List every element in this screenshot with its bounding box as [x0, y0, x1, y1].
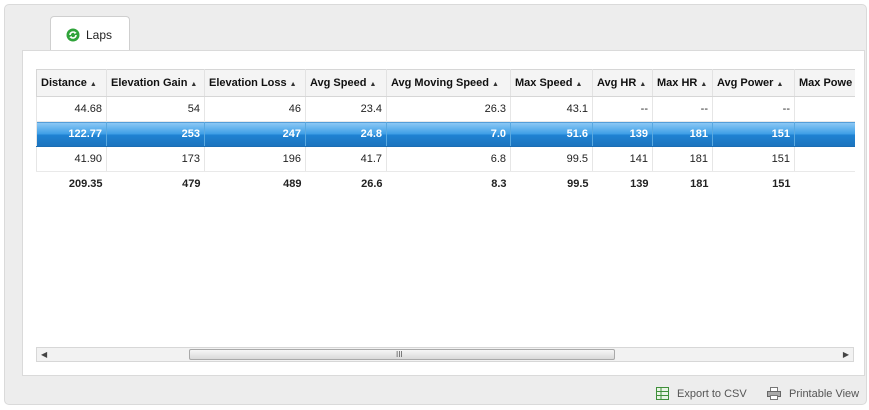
total-elevation-loss: 489 [283, 178, 302, 190]
cell-avg-moving-speed: 26.3 [386, 96, 511, 122]
printable-view-label: Printable View [789, 387, 860, 400]
table-row[interactable]: 44.68 54 46 23.4 26.3 43.1 -- -- -- [36, 96, 855, 122]
cell-max-hr: 181 [652, 121, 713, 147]
cell-avg-speed: 41.7 [305, 146, 387, 172]
sort-icon: ▲︎ [190, 81, 198, 88]
cell-max-hr: 181 [652, 146, 713, 172]
cell-elevation-gain: 54 [106, 96, 205, 122]
cell-avg-power: 151 [712, 146, 795, 172]
laps-table: Distance ▲︎ Elevation Gain ▲︎ Elevation Lo… [36, 69, 855, 196]
cell-avg-power: 151 [712, 121, 795, 147]
total-avg-hr: 139 [630, 178, 649, 190]
column-header-avg-hr[interactable]: Avg HR ▲︎ [592, 69, 653, 97]
cell-elevation-gain: 253 [106, 121, 205, 147]
table-row-selected[interactable]: 122.77 253 247 24.8 7.0 51.6 139 181 151 [36, 121, 855, 147]
column-header-avg-speed[interactable]: Avg Speed ▲︎ [305, 69, 387, 97]
cell-avg-hr: -- [592, 96, 653, 122]
table-row[interactable]: 41.90 173 196 41.7 6.8 99.5 141 181 151 [36, 146, 855, 172]
sort-icon: ▲︎ [89, 81, 97, 88]
total-max-power [795, 172, 856, 197]
column-header-max-power[interactable]: Max Powe [794, 69, 855, 97]
cell-avg-moving-speed: 6.8 [386, 146, 511, 172]
cell-distance: 122.77 [36, 121, 107, 147]
cell-avg-power: -- [712, 96, 795, 122]
scrollbar-thumb[interactable]: III [189, 349, 615, 360]
cell-max-speed: 51.6 [510, 121, 593, 147]
total-max-speed: 99.5 [567, 178, 589, 190]
cell-elevation-loss: 46 [204, 96, 306, 122]
cell-avg-hr: 139 [592, 121, 653, 147]
total-max-hr: 181 [690, 178, 709, 190]
cell-max-power [794, 96, 855, 122]
cell-avg-hr: 141 [592, 146, 653, 172]
cell-max-speed: 99.5 [510, 146, 593, 172]
sort-icon: ▲︎ [639, 81, 647, 88]
column-header-max-speed[interactable]: Max Speed ▲︎ [510, 69, 593, 97]
cell-max-power [794, 146, 855, 172]
cell-elevation-gain: 173 [106, 146, 205, 172]
sort-icon: ▲︎ [492, 81, 499, 88]
laps-grid: Distance ▲︎ Elevation Gain ▲︎ Elevation Lo… [36, 69, 855, 346]
total-elevation-gain: 479 [182, 178, 201, 190]
export-csv-link[interactable]: Export to CSV [656, 387, 747, 400]
tab-laps-label: Laps [86, 28, 113, 42]
horizontal-scrollbar[interactable]: ◀︎ III ▶︎ [36, 347, 854, 362]
column-header-elevation-loss[interactable]: Elevation Loss ▲︎ [204, 69, 306, 97]
cell-max-power [794, 121, 855, 147]
column-header-elevation-gain[interactable]: Elevation Gain ▲︎ [106, 69, 205, 97]
total-distance: 209.35 [68, 178, 103, 190]
column-header-avg-power[interactable]: Avg Power ▲︎ [712, 69, 795, 97]
export-csv-label: Export to CSV [677, 387, 747, 400]
column-header-max-hr[interactable]: Max HR ▲︎ [652, 69, 713, 97]
sort-icon: ▲︎ [289, 81, 297, 88]
printable-view-link[interactable]: Printable View [767, 387, 859, 400]
cell-max-hr: -- [652, 96, 713, 122]
scroll-right-icon[interactable]: ▶︎ [843, 350, 849, 359]
sort-icon: ▲︎ [575, 81, 583, 88]
laps-panel: Distance ▲︎ Elevation Gain ▲︎ Elevation Lo… [22, 50, 865, 376]
laps-container: Laps Distance ▲︎ Elevation Gain ▲︎ Elevati… [4, 4, 867, 405]
tab-laps[interactable]: Laps [50, 16, 130, 51]
header-row: Distance ▲︎ Elevation Gain ▲︎ Elevation Lo… [36, 69, 855, 97]
cell-elevation-loss: 196 [204, 146, 306, 172]
scroll-left-icon[interactable]: ◀︎ [41, 350, 47, 359]
sort-icon: ▲︎ [369, 81, 377, 88]
cell-distance: 44.68 [36, 96, 107, 122]
total-avg-moving-speed: 8.3 [491, 178, 507, 190]
total-avg-speed: 26.6 [361, 178, 383, 190]
cell-elevation-loss: 247 [204, 121, 306, 147]
cell-max-speed: 43.1 [510, 96, 593, 122]
scrollbar-grip: III [396, 350, 403, 359]
sort-icon: ▲︎ [700, 81, 708, 88]
totals-row: 209.35 479 489 26.6 8.3 99.5 139 181 151 [37, 172, 856, 197]
total-avg-power: 151 [772, 178, 791, 190]
cell-avg-speed: 24.8 [305, 121, 387, 147]
cell-avg-moving-speed: 7.0 [386, 121, 511, 147]
spreadsheet-icon [656, 387, 669, 400]
column-header-distance[interactable]: Distance ▲︎ [36, 69, 107, 97]
cell-avg-speed: 23.4 [305, 96, 387, 122]
refresh-icon [66, 28, 80, 42]
printer-icon [767, 387, 781, 400]
sort-icon: ▲︎ [776, 81, 784, 88]
cell-distance: 41.90 [36, 146, 107, 172]
column-header-avg-moving-speed[interactable]: Avg Moving Speed ▲︎ [386, 69, 511, 97]
